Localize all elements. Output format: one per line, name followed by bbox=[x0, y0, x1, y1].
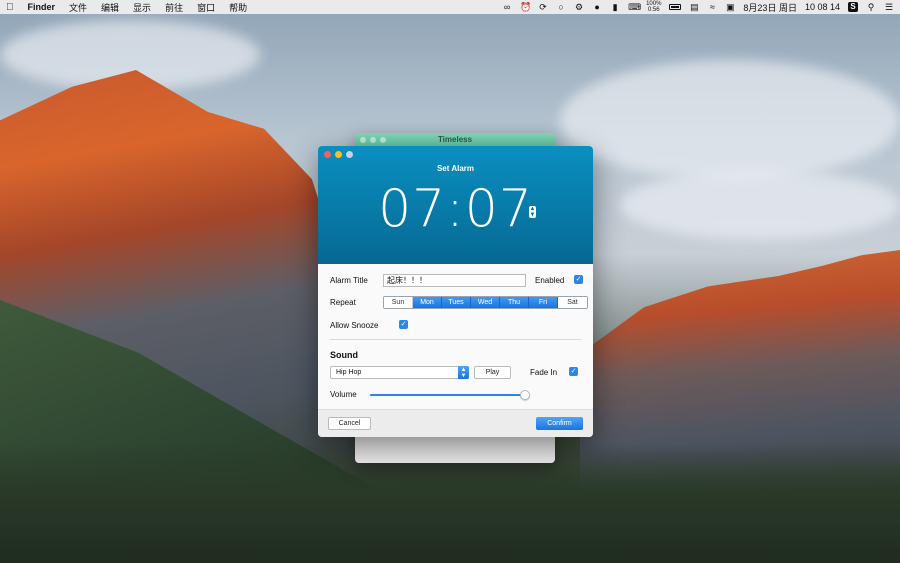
document-icon[interactable]: ▤ bbox=[689, 2, 699, 12]
menu-help[interactable]: 帮助 bbox=[229, 1, 247, 14]
apple-menu-icon[interactable]:  bbox=[6, 2, 14, 13]
day-sun[interactable]: Sun bbox=[384, 297, 413, 308]
gear-icon[interactable]: ⚙ bbox=[574, 2, 584, 12]
menu-view[interactable]: 显示 bbox=[133, 1, 151, 14]
dialog-title: Set Alarm bbox=[436, 164, 475, 173]
set-alarm-dialog: Set Alarm 07:07 ▲ ▼ Alarm Title 起床！！！ Ena… bbox=[318, 146, 593, 437]
cancel-button[interactable]: Cancel bbox=[328, 417, 371, 430]
alarm-clock-icon[interactable]: ⏰ bbox=[520, 2, 531, 12]
window-controls bbox=[360, 137, 386, 143]
day-mon[interactable]: Mon bbox=[413, 297, 442, 308]
time-stepper-icon[interactable]: ▲ ▼ bbox=[529, 206, 536, 218]
s-app-icon[interactable]: S bbox=[848, 2, 858, 12]
spotlight-search-icon[interactable]: ⚲ bbox=[866, 2, 876, 12]
sound-select-value: Hip Hop bbox=[336, 369, 362, 376]
day-thu[interactable]: Thu bbox=[500, 297, 529, 308]
battery-readout[interactable]: 100% 0:56 bbox=[646, 1, 661, 13]
battery-icon[interactable] bbox=[669, 4, 682, 10]
zoom-window-icon[interactable] bbox=[380, 137, 386, 143]
sound-select[interactable]: Hip Hop ▲ ▼ bbox=[330, 366, 469, 379]
cloud bbox=[620, 170, 900, 240]
sync-icon[interactable]: ⟳ bbox=[538, 2, 548, 12]
close-dialog-icon[interactable] bbox=[324, 151, 331, 158]
play-button[interactable]: Play bbox=[474, 366, 511, 379]
alarm-title-input[interactable]: 起床！！！ bbox=[383, 274, 526, 287]
enabled-checkbox[interactable]: ✓ bbox=[574, 275, 583, 284]
dialog-header: Set Alarm 07:07 ▲ ▼ bbox=[318, 146, 593, 264]
menubar-clock[interactable]: 10 08 14 bbox=[805, 2, 840, 12]
volume-slider-knob[interactable] bbox=[520, 390, 531, 400]
timeless-titlebar[interactable]: Timeless bbox=[355, 133, 555, 147]
circle-icon[interactable]: ○ bbox=[556, 2, 566, 12]
alarm-title-label: Alarm Title bbox=[330, 276, 368, 285]
dialog-window-controls bbox=[324, 151, 353, 158]
menu-window[interactable]: 窗口 bbox=[197, 1, 215, 14]
day-wed[interactable]: Wed bbox=[471, 297, 500, 308]
dialog-footer: Cancel Confirm bbox=[318, 409, 593, 437]
day-sat[interactable]: Sat bbox=[558, 297, 587, 308]
notification-center-icon[interactable]: ☰ bbox=[884, 2, 894, 12]
time-display-wrap: 07:07 bbox=[318, 180, 593, 238]
confirm-button[interactable]: Confirm bbox=[536, 417, 583, 430]
day-tues[interactable]: Tues bbox=[442, 297, 471, 308]
zoom-dialog-icon[interactable] bbox=[346, 151, 353, 158]
cloud bbox=[560, 60, 900, 180]
fade-in-label: Fade In bbox=[530, 368, 558, 377]
allow-snooze-label: Allow Snooze bbox=[330, 321, 379, 330]
section-divider bbox=[330, 339, 581, 340]
battery-time: 0:56 bbox=[647, 7, 660, 13]
device-icon[interactable]: ▮ bbox=[610, 2, 620, 12]
repeat-label: Repeat bbox=[330, 298, 356, 307]
timeless-title: Timeless bbox=[437, 135, 473, 144]
enabled-label: Enabled bbox=[535, 276, 565, 285]
fade-in-checkbox[interactable]: ✓ bbox=[569, 367, 578, 376]
sound-heading: Sound bbox=[330, 350, 358, 360]
menu-edit[interactable]: 编辑 bbox=[101, 1, 119, 14]
allow-snooze-checkbox[interactable]: ✓ bbox=[399, 320, 408, 329]
close-window-icon[interactable] bbox=[360, 137, 366, 143]
minimize-window-icon[interactable] bbox=[370, 137, 376, 143]
wifi-icon[interactable]: ≈ bbox=[707, 2, 717, 12]
repeat-days-segmented: Sun Mon Tues Wed Thu Fri Sat bbox=[383, 296, 588, 309]
volume-label: Volume bbox=[330, 390, 357, 399]
input-method-icon[interactable]: ▣ bbox=[725, 2, 735, 12]
minimize-dialog-icon[interactable] bbox=[335, 151, 342, 158]
menu-go[interactable]: 前往 bbox=[165, 1, 183, 14]
volume-slider-fill bbox=[370, 394, 526, 396]
volume-slider[interactable] bbox=[370, 390, 531, 400]
menu-file[interactable]: 文件 bbox=[69, 1, 87, 14]
link-icon[interactable]: ∞ bbox=[502, 2, 512, 12]
keyboard-icon[interactable]: ⌨ bbox=[628, 2, 641, 12]
penguin-icon[interactable]: ● bbox=[592, 2, 602, 12]
menu-app-name[interactable]: Finder bbox=[28, 2, 56, 12]
day-fri[interactable]: Fri bbox=[529, 297, 558, 308]
menubar-date[interactable]: 8月23日 周日 bbox=[743, 1, 797, 14]
menu-bar:  Finder 文件 编辑 显示 前往 窗口 帮助 ∞ ⏰ ⟳ ○ ⚙ ● ▮… bbox=[0, 0, 900, 14]
select-arrows-icon: ▲ ▼ bbox=[458, 366, 469, 379]
alarm-time-display[interactable]: 07:07 bbox=[378, 180, 533, 238]
dialog-body: Alarm Title 起床！！！ Enabled ✓ Repeat Sun M… bbox=[318, 264, 593, 409]
